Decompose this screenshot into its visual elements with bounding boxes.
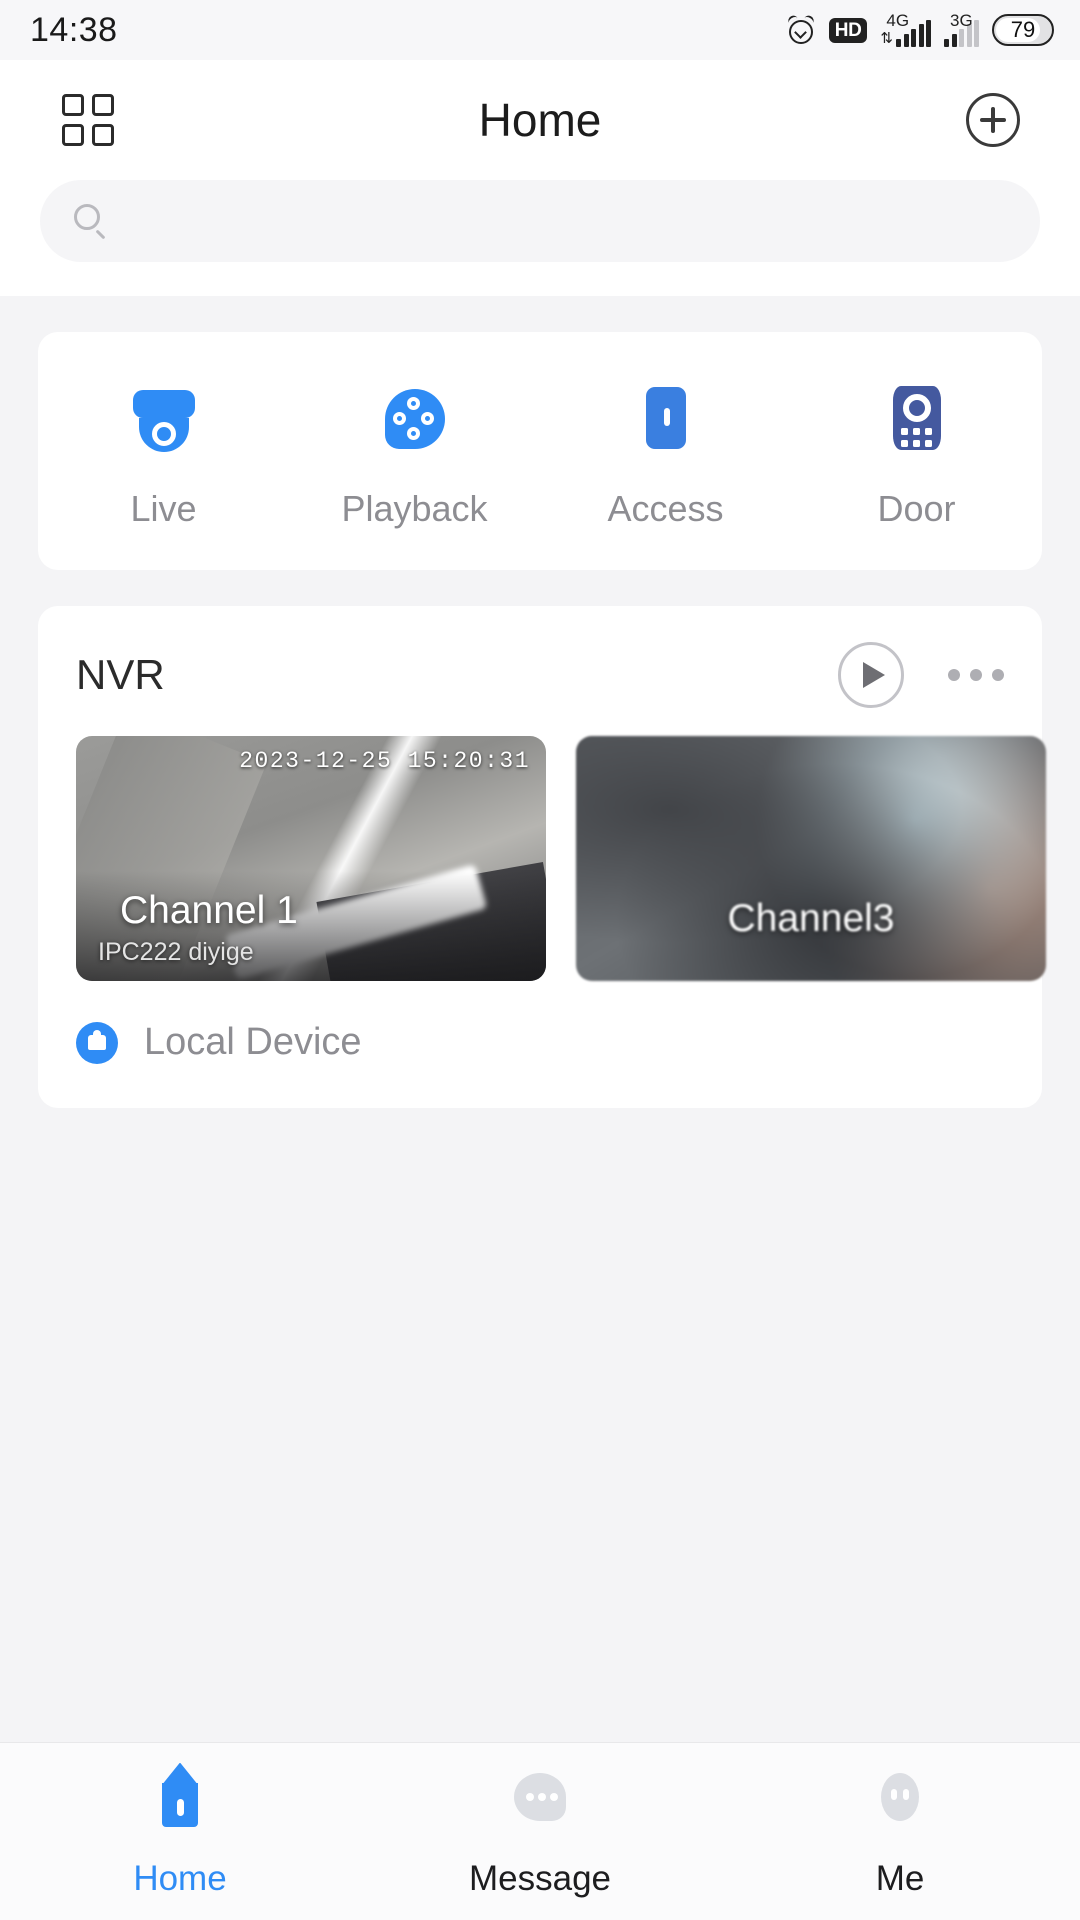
channel-name: Channel 1 bbox=[120, 889, 298, 932]
sim1-network-label: 4G bbox=[886, 11, 910, 30]
device-card-header: NVR bbox=[76, 642, 1004, 708]
plus-circle-icon[interactable] bbox=[966, 93, 1020, 147]
app-header: Home bbox=[0, 60, 1080, 180]
film-reel-icon bbox=[376, 380, 454, 458]
tab-label: Home bbox=[133, 1858, 227, 1898]
bottom-tab-bar: Home Message Me bbox=[0, 1742, 1080, 1920]
quick-action-label: Playback bbox=[341, 488, 488, 529]
local-device-label: Local Device bbox=[144, 1021, 362, 1063]
status-time: 14:38 bbox=[30, 10, 118, 49]
local-device-row[interactable]: Local Device bbox=[76, 1021, 1004, 1064]
app-screen: 14:38 HD 4G ⇅ 3G 79 Home Live Playback A… bbox=[0, 0, 1080, 1920]
status-icons: HD 4G ⇅ 3G 79 bbox=[786, 11, 1054, 47]
hd-badge: HD bbox=[828, 17, 868, 43]
home-icon bbox=[144, 1762, 216, 1837]
channel-thumbnail[interactable]: Channel3 bbox=[576, 736, 1046, 981]
channel-timestamp: 2023-12-25 15:20:31 bbox=[239, 748, 530, 774]
quick-action-live[interactable]: Live bbox=[38, 380, 289, 530]
battery-level: 79 bbox=[1010, 17, 1036, 42]
more-horizontal-icon[interactable] bbox=[948, 669, 1004, 681]
play-circle-icon[interactable] bbox=[838, 642, 904, 708]
status-bar: 14:38 HD 4G ⇅ 3G 79 bbox=[0, 0, 1080, 60]
message-icon bbox=[504, 1765, 576, 1837]
alarm-clock-icon bbox=[786, 13, 816, 45]
intercom-panel-icon bbox=[878, 380, 956, 458]
door-access-icon bbox=[627, 380, 705, 458]
local-storage-icon bbox=[76, 1021, 118, 1064]
grid-menu-icon[interactable] bbox=[62, 94, 114, 146]
tab-message[interactable]: Message bbox=[360, 1765, 720, 1899]
search-input[interactable] bbox=[126, 202, 1006, 240]
sim2-signal: 3G bbox=[944, 11, 979, 47]
sim2-network-label: 3G bbox=[950, 11, 973, 30]
tab-label: Message bbox=[468, 1858, 612, 1898]
channel-name: Channel3 bbox=[727, 897, 895, 940]
quick-action-label: Door bbox=[877, 488, 956, 529]
quick-action-door[interactable]: Door bbox=[791, 380, 1042, 530]
device-title: NVR bbox=[76, 651, 165, 698]
tab-home[interactable]: Home bbox=[0, 1762, 360, 1899]
quick-action-label: Access bbox=[607, 488, 724, 529]
sim1-signal: 4G ⇅ bbox=[880, 11, 931, 47]
dome-camera-icon bbox=[125, 380, 203, 458]
quick-action-playback[interactable]: Playback bbox=[289, 380, 540, 530]
person-icon bbox=[864, 1765, 936, 1837]
quick-action-label: Live bbox=[130, 488, 197, 529]
search-bar[interactable] bbox=[40, 180, 1040, 262]
data-transfer-icon: ⇅ bbox=[880, 30, 893, 47]
page-title: Home bbox=[478, 94, 602, 146]
tab-label: Me bbox=[875, 1858, 925, 1898]
quick-action-access[interactable]: Access bbox=[540, 380, 791, 530]
channel-thumbnail-list: 2023-12-25 15:20:31 Channel 1 IPC222 diy… bbox=[76, 736, 1046, 981]
channel-subtitle: IPC222 diyige bbox=[98, 938, 254, 966]
quick-actions-card: Live Playback Access Door bbox=[38, 332, 1042, 570]
channel-thumbnail[interactable]: 2023-12-25 15:20:31 Channel 1 IPC222 diy… bbox=[76, 736, 546, 981]
device-card-nvr: NVR 2023-12-25 15:20:31 Channel 1 IPC222… bbox=[38, 606, 1046, 1108]
tab-me[interactable]: Me bbox=[720, 1765, 1080, 1899]
search-section bbox=[0, 180, 1080, 296]
battery-indicator: 79 bbox=[992, 14, 1054, 46]
search-icon bbox=[74, 204, 108, 240]
